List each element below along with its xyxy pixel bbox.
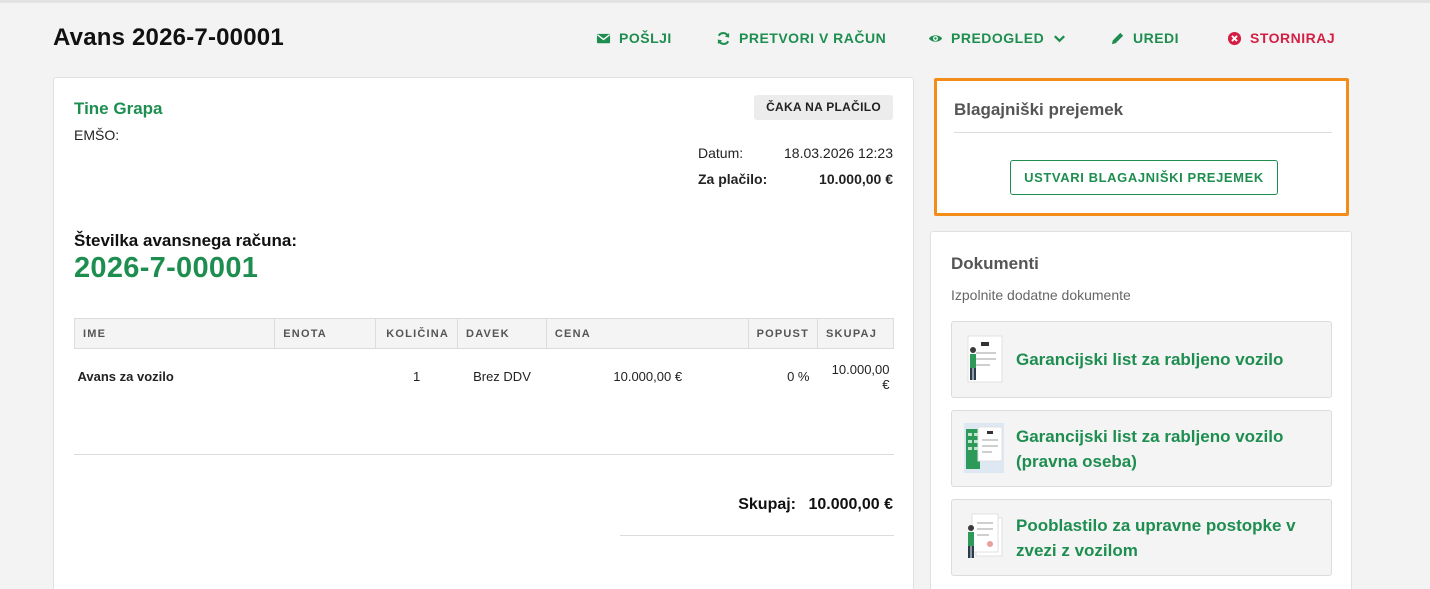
invoice-number: 2026-7-00001 xyxy=(74,252,259,284)
close-circle-icon xyxy=(1227,31,1242,46)
date-row: Datum: 18.03.2026 12:23 xyxy=(698,140,893,166)
column-header-name: IME xyxy=(73,318,276,349)
item-discount: 0 % xyxy=(787,369,810,385)
document-label: Garancijski list za rabljeno vozilo (pra… xyxy=(1016,427,1284,471)
cancel-label: STORNIRAJ xyxy=(1250,30,1336,46)
document-item[interactable]: Garancijski list za rabljeno vozilo xyxy=(951,321,1332,398)
invoice-number-label: Številka avansnega računa: xyxy=(74,231,298,250)
convert-label: PRETVORI V RAČUN xyxy=(739,30,887,46)
action-toolbar: POŠLJI PRETVORI V RAČUN PREDOGLED UREDI … xyxy=(0,30,1430,50)
edit-label: UREDI xyxy=(1133,30,1180,46)
amount-due-value: 10.000,00 € xyxy=(819,171,893,187)
column-header-quantity: KOLIČINA xyxy=(375,318,459,349)
amount-due-row: Za plačilo: 10.000,00 € xyxy=(698,166,893,192)
create-cash-receipt-button[interactable]: USTVARI BLAGAJNIŠKI PREJEMEK xyxy=(1010,160,1278,195)
emso-label: EMŠO: xyxy=(74,127,120,143)
invoice-meta: Datum: 18.03.2026 12:23 Za plačilo: 10.0… xyxy=(698,140,893,192)
refresh-icon xyxy=(716,31,731,46)
amount-due-label: Za plačilo: xyxy=(698,171,768,187)
cash-receipt-title: Blagajniški prejemek xyxy=(954,100,1124,119)
item-name: Avans za vozilo xyxy=(77,369,174,385)
divider xyxy=(74,454,894,455)
divider xyxy=(620,535,894,536)
item-quantity: 1 xyxy=(412,369,421,385)
send-button[interactable]: POŠLJI xyxy=(596,30,672,46)
documents-subtitle: Izpolnite dodatne dokumente xyxy=(951,287,1131,303)
send-label: POŠLJI xyxy=(619,30,672,46)
document-label: Garancijski list za rabljeno vozilo xyxy=(1016,350,1284,369)
column-header-discount: POPUST xyxy=(747,318,819,349)
divider xyxy=(954,132,1332,133)
document-illustration-icon xyxy=(964,334,1004,384)
eye-icon xyxy=(928,31,943,46)
table-header-row: IME ENOTA KOLIČINA DAVEK CENA POPUST SKU… xyxy=(73,318,894,349)
items-table: IME ENOTA KOLIČINA DAVEK CENA POPUST SKU… xyxy=(73,318,894,405)
column-header-tax: DAVEK xyxy=(457,318,547,349)
grand-total: Skupaj: 10.000,00 € xyxy=(738,496,893,514)
document-illustration-icon xyxy=(964,423,1004,473)
item-unit xyxy=(275,349,376,405)
column-header-price: CENA xyxy=(545,318,749,349)
cancel-invoice-button[interactable]: STORNIRAJ xyxy=(1227,30,1335,46)
cash-receipt-card: Blagajniški prejemek USTVARI BLAGAJNIŠKI… xyxy=(934,78,1349,216)
date-value: 18.03.2026 12:23 xyxy=(784,145,893,161)
preview-dropdown-button[interactable]: PREDOGLED xyxy=(928,30,1067,46)
item-price: 10.000,00 € xyxy=(613,369,683,385)
grand-total-value: 10.000,00 € xyxy=(808,496,893,513)
column-header-unit: ENOTA xyxy=(274,318,377,349)
table-row: Avans za vozilo 1 Brez DDV 10.000,00 € 0… xyxy=(75,349,894,405)
chevron-down-icon xyxy=(1052,31,1067,46)
invoice-card: Tine Grapa EMŠO: ČAKA NA PLAČILO Datum: … xyxy=(53,77,914,589)
preview-label: PREDOGLED xyxy=(951,30,1045,46)
grand-total-label: Skupaj: xyxy=(738,496,797,513)
documents-title: Dokumenti xyxy=(951,254,1039,273)
documents-card: Dokumenti Izpolnite dodatne dokumente Ga… xyxy=(930,231,1352,589)
customer-name[interactable]: Tine Grapa xyxy=(74,99,163,119)
top-border xyxy=(0,0,1430,3)
item-tax: Brez DDV xyxy=(473,369,531,385)
item-total: 10.000,00 € xyxy=(831,361,890,392)
column-header-total: SKUPAJ xyxy=(817,318,894,349)
document-illustration-icon xyxy=(964,512,1004,562)
document-label: Pooblastilo za upravne postopke v zvezi … xyxy=(1016,516,1296,560)
pencil-icon xyxy=(1110,31,1125,46)
convert-to-invoice-button[interactable]: PRETVORI V RAČUN xyxy=(716,30,886,46)
envelope-icon xyxy=(596,31,611,46)
status-badge: ČAKA NA PLAČILO xyxy=(754,95,893,120)
date-label: Datum: xyxy=(698,145,744,161)
edit-button[interactable]: UREDI xyxy=(1110,30,1179,46)
document-item[interactable]: Garancijski list za rabljeno vozilo (pra… xyxy=(951,410,1332,487)
document-item[interactable]: Pooblastilo za upravne postopke v zvezi … xyxy=(951,499,1332,576)
